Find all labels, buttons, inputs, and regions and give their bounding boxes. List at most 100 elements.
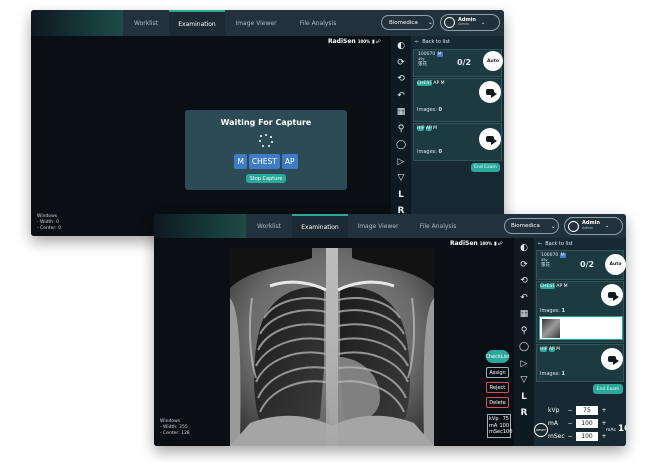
ma-value[interactable]: 100 bbox=[576, 419, 598, 428]
xray-thumbnail[interactable] bbox=[542, 319, 560, 338]
exam-card-1[interactable]: CHEST AP M Images: 0 bbox=[413, 78, 502, 122]
image-viewport[interactable]: RadiSen 100% ▮ ☍ CheckList Assign Reject… bbox=[154, 238, 514, 446]
end-exam-button[interactable]: End Exam bbox=[593, 384, 623, 394]
camera-button-1[interactable] bbox=[479, 81, 501, 103]
reset-zoom-icon[interactable]: ◯ bbox=[516, 339, 532, 356]
chest-xray-image[interactable] bbox=[230, 248, 434, 446]
arrow-left-icon: ← bbox=[415, 39, 420, 45]
msec-decrease-button[interactable]: − bbox=[564, 433, 576, 440]
back-to-list-link[interactable]: ← Back to list bbox=[534, 238, 626, 249]
user-menu[interactable]: Admin Admin ⌄ bbox=[564, 217, 623, 235]
protocol-sex-button[interactable]: M bbox=[234, 154, 247, 169]
user-menu[interactable]: Admin Admin ⌄ bbox=[440, 14, 500, 31]
contrast-icon[interactable]: ◐ bbox=[516, 240, 532, 257]
exam-card-2[interactable]: HIP AP M Images: 0 bbox=[413, 123, 502, 161]
contrast-icon[interactable]: ◐ bbox=[393, 38, 409, 55]
kvp-decrease-button[interactable]: − bbox=[564, 407, 576, 414]
reject-button[interactable]: Reject bbox=[486, 382, 509, 393]
images-label: Images: bbox=[540, 308, 560, 314]
protocol-view-button[interactable]: AP bbox=[281, 154, 298, 169]
kvp-control: kVp − 75 + bbox=[548, 406, 610, 415]
rotate-ccw-90-icon[interactable]: ↶ bbox=[516, 290, 532, 307]
tab-worklist[interactable]: Worklist bbox=[123, 10, 169, 36]
delete-button[interactable]: Delete bbox=[486, 397, 509, 408]
back-to-list-link[interactable]: ← Back to list bbox=[411, 36, 504, 48]
rotate-ccw-icon[interactable]: ⟲ bbox=[516, 273, 532, 290]
screenshot-stage: Worklist Examination Image Viewer File A… bbox=[0, 0, 645, 462]
grid-icon[interactable]: ▦ bbox=[516, 306, 532, 323]
msec-value[interactable]: 100 bbox=[576, 432, 598, 441]
tool-column: ◐ ⟳ ⟲ ↶ ▦ ⚲ ◯ ▷ ▽ L R bbox=[391, 36, 411, 236]
flip-horizontal-icon[interactable]: ▷ bbox=[516, 356, 532, 373]
tab-image-viewer[interactable]: Image Viewer bbox=[225, 10, 287, 36]
images-label: Images: bbox=[417, 149, 437, 155]
right-marker-button[interactable]: R bbox=[516, 405, 532, 422]
reset-zoom-icon[interactable]: ◯ bbox=[393, 137, 409, 154]
exam2-view-chip: AP bbox=[425, 126, 432, 131]
chevron-down-icon: ⌄ bbox=[550, 222, 556, 230]
flip-vertical-icon[interactable]: ▽ bbox=[516, 372, 532, 389]
auto-button[interactable]: Auto bbox=[483, 51, 503, 71]
kvp-value[interactable]: 75 bbox=[576, 406, 598, 415]
chevron-down-icon: ⌄ bbox=[427, 19, 433, 26]
hospital-select[interactable]: Biomedica ⌄ bbox=[381, 15, 434, 30]
device-brand: RadiSen bbox=[328, 38, 356, 45]
hospital-name: Biomedica bbox=[511, 223, 540, 229]
rotate-cw-icon[interactable]: ⟳ bbox=[516, 257, 532, 274]
zoom-icon[interactable]: ⚲ bbox=[516, 323, 532, 340]
msec-increase-button[interactable]: + bbox=[598, 433, 610, 440]
tab-worklist[interactable]: Worklist bbox=[246, 214, 292, 238]
protocol-body-part-button[interactable]: CHEST bbox=[248, 154, 280, 169]
assign-button[interactable]: Assign bbox=[486, 367, 509, 378]
tab-examination[interactable]: Examination bbox=[169, 10, 225, 36]
exam-card-2[interactable]: HIP AP M Images: 1 bbox=[536, 344, 624, 382]
auto-button[interactable]: Auto bbox=[605, 254, 626, 275]
image-action-buttons: CheckList Assign Reject Delete bbox=[485, 350, 512, 412]
grid-icon[interactable]: ▦ bbox=[393, 104, 409, 121]
hospital-select[interactable]: Biomedica ⌄ bbox=[504, 218, 559, 234]
left-marker-button[interactable]: L bbox=[393, 187, 409, 204]
reset-button[interactable]: RESET bbox=[534, 423, 548, 437]
rotate-ccw-90-icon[interactable]: ↶ bbox=[393, 88, 409, 105]
exam-panel: ← Back to list 100070 M 49y 張花 0/2 Auto … bbox=[411, 36, 504, 236]
patient-card[interactable]: 100070 M 49y 張花 0/2 Auto bbox=[413, 49, 503, 77]
rotate-ccw-icon[interactable]: ⟲ bbox=[393, 71, 409, 88]
tab-file-analysis[interactable]: File Analysis bbox=[287, 10, 349, 36]
images-label: Images: bbox=[540, 371, 560, 377]
exam2-image-count: 1 bbox=[561, 371, 566, 377]
tab-file-analysis[interactable]: File Analysis bbox=[408, 214, 468, 238]
image-viewport[interactable]: RadiSen 100% ▮ ☍ Waiting For Capture M C… bbox=[31, 36, 391, 236]
tool-column: ◐ ⟳ ⟲ ↶ ▦ ⚲ ◯ ▷ ▽ L R bbox=[514, 238, 534, 446]
loading-spinner-icon bbox=[259, 134, 273, 148]
left-marker-button[interactable]: L bbox=[516, 389, 532, 406]
center-value: 128 bbox=[181, 431, 190, 437]
exposure-readout: kVp 75 mA 100 mSec 100 bbox=[487, 414, 513, 438]
tab-examination[interactable]: Examination bbox=[292, 214, 348, 238]
stop-capture-button[interactable]: Stop Capture bbox=[246, 174, 286, 183]
battery-level: 100% bbox=[357, 39, 371, 44]
center-value: 0 bbox=[58, 226, 61, 232]
exam2-view-chip: AP bbox=[548, 347, 555, 352]
tab-image-viewer[interactable]: Image Viewer bbox=[348, 214, 408, 238]
flip-horizontal-icon[interactable]: ▷ bbox=[393, 154, 409, 171]
camera-button-2[interactable] bbox=[601, 348, 623, 370]
exam1-sex-chip: M bbox=[563, 284, 568, 289]
camera-button-1[interactable] bbox=[601, 284, 623, 306]
rotate-cw-icon[interactable]: ⟳ bbox=[393, 55, 409, 72]
kvp-label: kVp bbox=[548, 407, 560, 414]
zoom-icon[interactable]: ⚲ bbox=[393, 121, 409, 138]
readout-msec-value: 100 bbox=[502, 429, 513, 435]
checklist-button[interactable]: CheckList bbox=[485, 350, 510, 363]
mas-display: mAs 10 bbox=[606, 424, 626, 434]
ma-decrease-button[interactable]: − bbox=[564, 420, 576, 427]
user-avatar-icon bbox=[568, 220, 579, 232]
device-brand: RadiSen bbox=[450, 240, 478, 247]
end-exam-button[interactable]: End Exam bbox=[471, 163, 500, 172]
exam-card-1[interactable]: CHEST AP M Images: 1 bbox=[536, 281, 624, 343]
kvp-increase-button[interactable]: + bbox=[598, 407, 610, 414]
flip-vertical-icon[interactable]: ▽ bbox=[393, 170, 409, 187]
patient-card[interactable]: 100070 M 49y 張花 0/2 Auto bbox=[536, 250, 626, 280]
battery-icon: ▮ bbox=[372, 38, 375, 45]
exam-progress: 0/2 bbox=[580, 260, 595, 269]
camera-button-2[interactable] bbox=[479, 128, 501, 150]
